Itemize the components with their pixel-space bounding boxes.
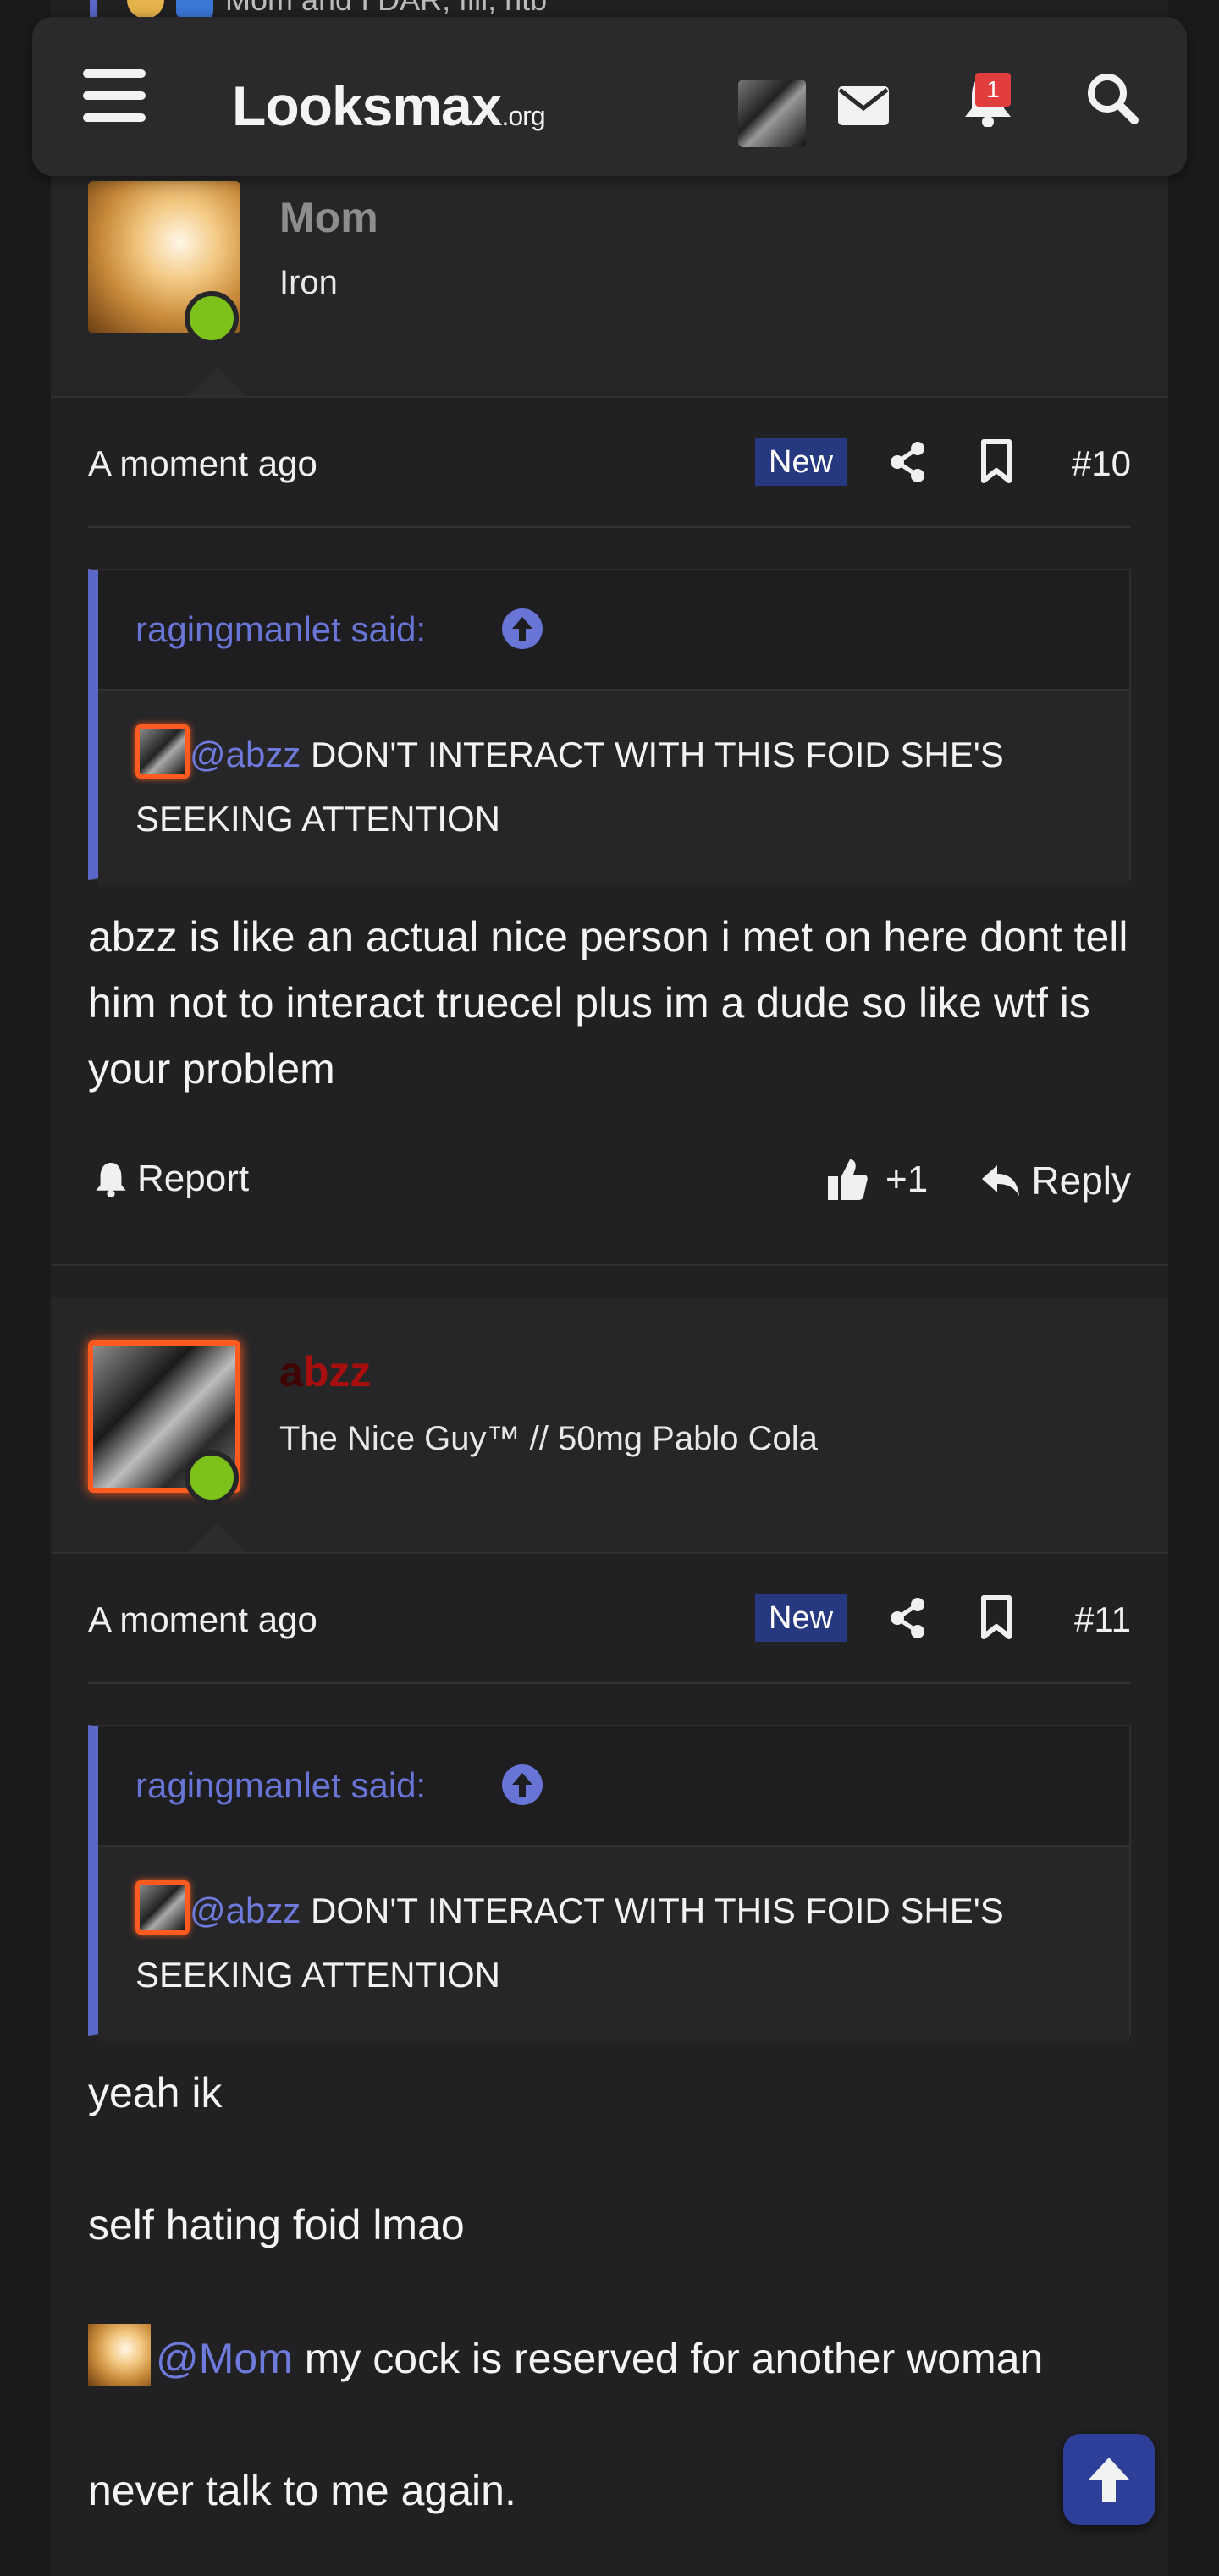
peek-text: Mom and I DAR, fill, htb: [225, 0, 547, 18]
username-rest: bzz: [302, 1348, 372, 1395]
site-logo[interactable]: Looksmax.org: [232, 78, 546, 134]
search-icon[interactable]: [1085, 71, 1139, 125]
username-mom[interactable]: Mom: [279, 193, 378, 242]
post-10-actions: Report +1 Reply: [88, 1148, 1131, 1215]
post-10-message: abzz is like an actual nice person i met…: [88, 913, 1128, 1093]
share-icon[interactable]: [889, 1598, 926, 1638]
quote-author-link[interactable]: ragingmanlet said:: [135, 609, 426, 650]
quote-edge: [90, 0, 97, 17]
message-line: never talk to me again.: [88, 2467, 516, 2514]
notification-count-badge: 1: [975, 73, 1011, 107]
peek-previous-text: Mom and I DAR, fill, htb: [127, 0, 547, 19]
mention-link[interactable]: @Mom: [156, 2335, 293, 2382]
post-10-quote-block: ragingmanlet said: @abzz DON'T INTERACT …: [88, 569, 1131, 885]
new-badge: New: [755, 1594, 847, 1642]
bookmark-icon[interactable]: [980, 438, 1012, 484]
post-separator: [51, 1264, 1168, 1266]
top-navigation-bar: Looksmax.org 1: [32, 17, 1187, 176]
meta-divider: [88, 526, 1131, 528]
message-line: yeah ik: [88, 2069, 223, 2116]
menu-icon[interactable]: [83, 69, 146, 122]
mention-avatar: [88, 2324, 151, 2386]
mention-avatar: [135, 1880, 190, 1935]
thumbs-up-icon: [828, 1159, 868, 1200]
like-emoji-icon: [176, 0, 213, 19]
like-button[interactable]: +1: [826, 1158, 928, 1202]
reply-label: Reply: [1031, 1159, 1131, 1203]
bell-icon: [96, 1163, 126, 1197]
reply-arrow-icon: [982, 1165, 1020, 1196]
quote-header: ragingmanlet said:: [98, 1726, 1129, 1847]
user-title: Iron: [279, 264, 338, 301]
message-text: my cock is reserved for another woman: [292, 2335, 1044, 2382]
quote-content: @abzz DON'T INTERACT WITH THIS FOID SHE'…: [98, 691, 1129, 885]
username-abzz[interactable]: abzz: [279, 1347, 371, 1396]
emoji-icon: [127, 0, 164, 19]
post-10-meta-row: A moment ago New #10: [88, 421, 1131, 506]
jump-to-quote-icon[interactable]: [501, 1764, 543, 1806]
quote-author-link[interactable]: ragingmanlet said:: [135, 1765, 426, 1806]
quote-header: ragingmanlet said:: [98, 570, 1129, 691]
mention-link[interactable]: @abzz: [190, 735, 301, 774]
userbar-pointer: [188, 1523, 245, 1552]
report-label: Report: [137, 1158, 250, 1199]
envelope-icon[interactable]: [838, 86, 889, 125]
logo-text: Looksmax: [232, 74, 502, 137]
post-number[interactable]: #11: [1074, 1599, 1131, 1640]
user-title: The Nice Guy™ // 50mg Pablo Cola: [279, 1420, 818, 1457]
page: Mom and I DAR, fill, htb Looksmax.org 1 …: [0, 0, 1219, 2576]
post-timestamp[interactable]: A moment ago: [88, 443, 317, 484]
reply-button[interactable]: Reply: [980, 1158, 1131, 1203]
share-icon[interactable]: [889, 442, 926, 482]
arrow-up-icon: [1089, 2458, 1129, 2502]
post-11-meta-row: A moment ago New #11: [88, 1577, 1131, 1662]
jump-to-quote-icon[interactable]: [501, 608, 543, 650]
post-11-quote-block: ragingmanlet said: @abzz DON'T INTERACT …: [88, 1725, 1131, 2041]
online-status-dot: [185, 291, 239, 345]
userbar-pointer: [188, 367, 245, 396]
logo-suffix: .org: [501, 101, 545, 131]
mention-link[interactable]: @abzz: [190, 1891, 301, 1930]
scroll-to-top-button[interactable]: [1063, 2434, 1155, 2525]
report-button[interactable]: Report: [95, 1158, 249, 1200]
post-11-message: yeah ik self hating foid lmao @Mom my co…: [88, 2060, 1138, 2524]
mention-avatar: [135, 724, 190, 779]
message-line: self hating foid lmao: [88, 2201, 465, 2248]
post-number[interactable]: #10: [1072, 443, 1131, 484]
meta-divider: [88, 1682, 1131, 1684]
message-line-with-mention: @Mom my cock is reserved for another wom…: [88, 2324, 1138, 2392]
post-10-user-bar: Mom Iron: [51, 176, 1168, 398]
post-timestamp[interactable]: A moment ago: [88, 1599, 317, 1640]
account-avatar[interactable]: [738, 80, 806, 147]
post-11-user-bar: abzz The Nice Guy™ // 50mg Pablo Cola: [51, 1298, 1168, 1554]
online-status-dot: [185, 1450, 239, 1505]
reaction-count: +1: [885, 1159, 929, 1200]
bookmark-icon[interactable]: [980, 1594, 1012, 1640]
new-badge: New: [755, 438, 847, 486]
username-first-letter: a: [279, 1348, 303, 1395]
quote-content: @abzz DON'T INTERACT WITH THIS FOID SHE'…: [98, 1847, 1129, 2041]
